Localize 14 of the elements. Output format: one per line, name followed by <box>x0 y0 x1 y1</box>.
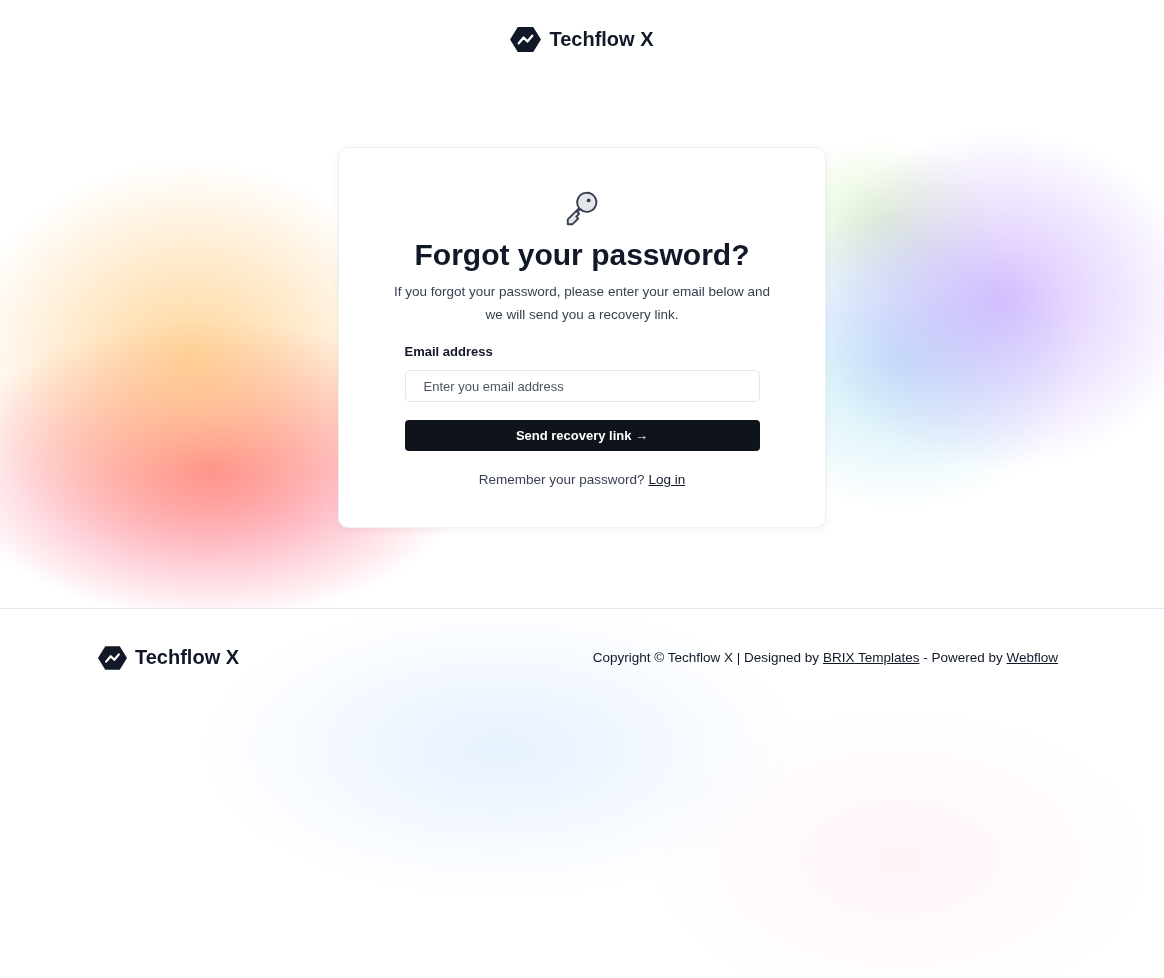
email-field[interactable]: Enter you email address <box>404 370 760 402</box>
send-button[interactable]: Send recovery link → <box>404 420 760 451</box>
description-text: If you forgot your password, please enter your email below and we will send you a recovery link. <box>393 283 771 324</box>
login-prompt: Remember your password? Log in <box>477 472 687 487</box>
field-label: Email address <box>404 344 494 359</box>
designer-link[interactable]: BRIX Templates <box>822 650 920 665</box>
brand-name: Techflow X <box>549 28 654 51</box>
page-title: Forgot your password? <box>414 238 750 272</box>
webflow-link[interactable]: Webflow <box>1006 650 1058 665</box>
copyright-text: Copyright © Techflow X | Designed by BRIX Templates - Powered by Webflow <box>592 650 1058 665</box>
logo-icon <box>510 26 542 53</box>
brand-name: Techflow X <box>135 646 240 669</box>
login-link[interactable]: Log in <box>648 472 686 487</box>
logo-icon <box>98 644 127 671</box>
